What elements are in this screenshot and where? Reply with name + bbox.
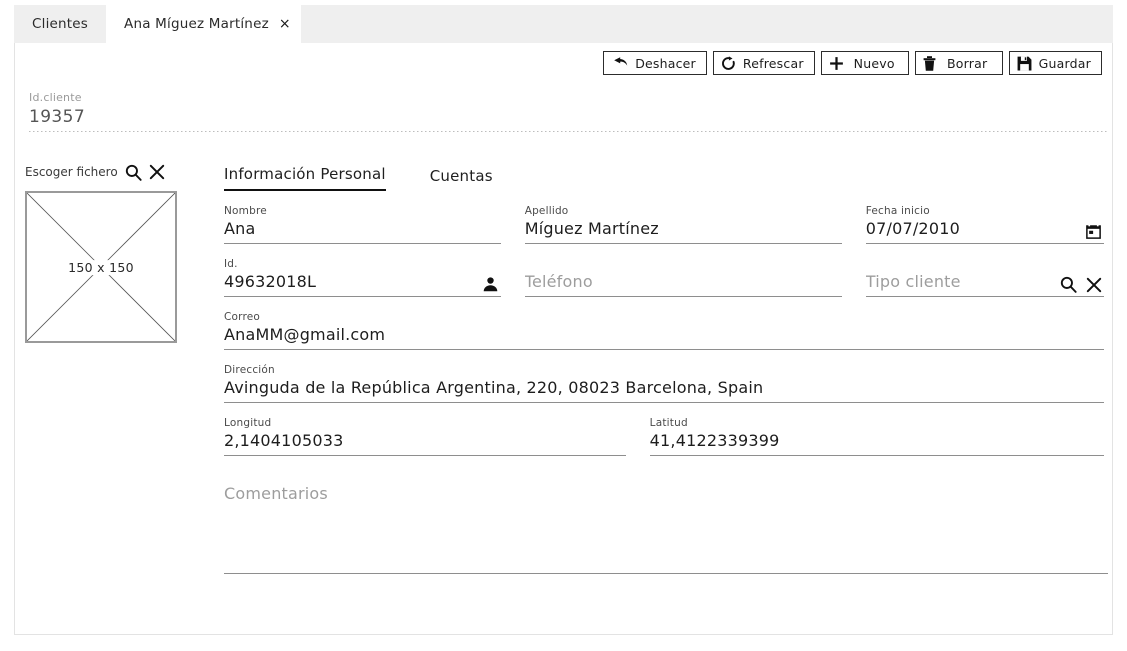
field-fecha-inicio[interactable]: Fecha inicio 07/07/2010	[865, 205, 1104, 244]
new-button[interactable]: Nuevo	[820, 51, 909, 75]
field-fecha-adornments	[1085, 223, 1102, 240]
form-subtabs: Información Personal Cuentas	[220, 161, 1104, 191]
image-picker: Escoger fichero 150 x 150	[25, 161, 200, 343]
form-row-5: Longitud 2,1404105033 Latitud 41,4122339…	[220, 417, 1104, 456]
field-longitud-caption: Longitud	[224, 417, 272, 429]
tab-label: Clientes	[32, 16, 89, 32]
subtab-label: Información Personal	[224, 165, 386, 183]
tab-clientes[interactable]: Clientes	[14, 5, 106, 43]
form-row-1: Nombre Ana Apellido Míguez Martínez Fech…	[220, 205, 1104, 244]
person-icon[interactable]	[482, 276, 499, 293]
header-divider	[29, 131, 1107, 132]
delete-label: Borrar	[947, 55, 988, 71]
undo-button[interactable]: Deshacer	[603, 51, 707, 75]
field-tipo-adornments	[1060, 276, 1102, 293]
field-fecha-inicio-value: 07/07/2010	[865, 219, 960, 238]
field-id-adornments	[482, 276, 499, 293]
clear-icon[interactable]	[149, 164, 165, 180]
form-row-3: Correo AnaMM@gmail.com	[220, 311, 1104, 350]
field-telefono-placeholder: Teléfono	[524, 272, 593, 291]
field-latitud-value: 41,4122339399	[649, 431, 780, 450]
save-label: Guardar	[1038, 55, 1091, 71]
client-id-caption: Id.cliente	[29, 91, 82, 104]
search-icon[interactable]	[1060, 276, 1077, 293]
toolbar: Deshacer Refrescar Nuevo Borrar Guardar	[603, 51, 1102, 75]
subtab-cuentas[interactable]: Cuentas	[430, 167, 493, 191]
form-row-2: Id. 49632018L Teléfono Tipo cliente	[220, 258, 1104, 297]
field-id-caption: Id.	[224, 258, 238, 270]
field-nombre-caption: Nombre	[224, 205, 267, 217]
client-form: Información Personal Cuentas Nombre Ana …	[220, 161, 1108, 574]
field-comentarios-placeholder: Comentarios	[224, 484, 328, 503]
field-tipo-cliente[interactable]: Tipo cliente	[865, 258, 1104, 297]
main-panel: Deshacer Refrescar Nuevo Borrar Guardar …	[14, 43, 1113, 635]
refresh-button[interactable]: Refrescar	[712, 51, 815, 75]
undo-label: Deshacer	[635, 55, 696, 71]
field-id-value: 49632018L	[224, 272, 317, 291]
field-longitud[interactable]: Longitud 2,1404105033	[224, 417, 626, 456]
image-placeholder[interactable]: 150 x 150	[25, 191, 177, 343]
field-longitud-value: 2,1404105033	[224, 431, 344, 450]
save-button[interactable]: Guardar	[1008, 51, 1102, 75]
field-correo-caption: Correo	[224, 311, 261, 323]
field-nombre-value: Ana	[224, 219, 256, 238]
subtab-label: Cuentas	[429, 167, 493, 185]
clear-icon[interactable]	[1086, 277, 1102, 293]
field-apellido-value: Míguez Martínez	[524, 219, 659, 238]
tab-bar: Clientes Ana Míguez Martínez ×	[14, 5, 1113, 43]
field-direccion-caption: Dirección	[224, 364, 275, 376]
field-nombre[interactable]: Nombre Ana	[224, 205, 501, 244]
field-apellido-caption: Apellido	[524, 205, 569, 217]
undo-icon	[611, 56, 628, 70]
field-comentarios[interactable]: Comentarios	[224, 478, 1108, 574]
field-latitud[interactable]: Latitud 41,4122339399	[649, 417, 1104, 456]
field-correo[interactable]: Correo AnaMM@gmail.com	[224, 311, 1104, 350]
tab-label: Ana Míguez Martínez	[124, 16, 269, 32]
search-icon[interactable]	[125, 164, 142, 181]
field-direccion[interactable]: Dirección Avinguda de la República Argen…	[224, 364, 1104, 403]
refresh-icon	[721, 55, 736, 71]
field-fecha-inicio-caption: Fecha inicio	[865, 205, 930, 217]
field-direccion-value: Avinguda de la República Argentina, 220,…	[224, 378, 764, 397]
tab-close-icon[interactable]: ×	[279, 17, 291, 31]
field-latitud-caption: Latitud	[649, 417, 688, 429]
refresh-label: Refrescar	[742, 55, 804, 71]
client-form-window: Clientes Ana Míguez Martínez × Deshacer	[0, 0, 1127, 651]
field-telefono[interactable]: Teléfono	[524, 258, 842, 297]
delete-button[interactable]: Borrar	[914, 51, 1003, 75]
client-id-value: 19357	[29, 107, 86, 127]
image-picker-header: Escoger fichero	[25, 161, 200, 183]
new-label: Nuevo	[853, 55, 895, 71]
subtab-informacion-personal[interactable]: Información Personal	[224, 165, 386, 191]
calendar-icon[interactable]	[1085, 223, 1102, 240]
field-id[interactable]: Id. 49632018L	[224, 258, 501, 297]
client-id-block: Id.cliente 19357	[29, 91, 85, 127]
plus-icon	[829, 56, 844, 71]
tab-ana-miguez-martinez[interactable]: Ana Míguez Martínez ×	[106, 5, 301, 43]
trash-icon	[923, 55, 936, 71]
field-correo-value: AnaMM@gmail.com	[224, 325, 386, 344]
image-picker-label: Escoger fichero	[25, 165, 118, 179]
field-apellido[interactable]: Apellido Míguez Martínez	[524, 205, 842, 244]
form-row-4: Dirección Avinguda de la República Argen…	[220, 364, 1104, 403]
save-icon	[1017, 56, 1032, 71]
